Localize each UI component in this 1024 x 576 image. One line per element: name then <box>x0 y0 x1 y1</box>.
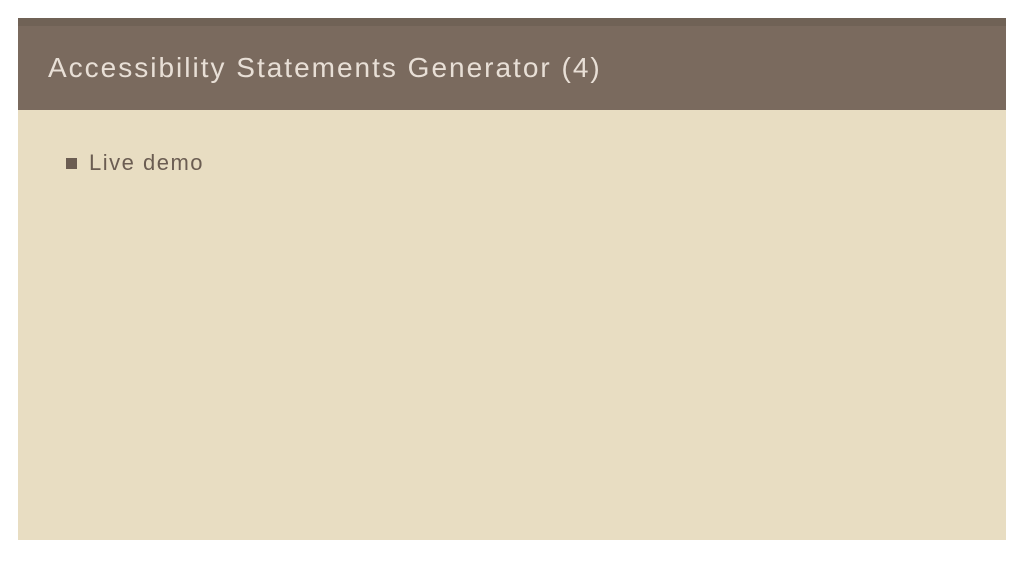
slide-title: Accessibility Statements Generator (4) <box>48 52 976 84</box>
slide-content-area: Live demo <box>18 110 1006 540</box>
list-item: Live demo <box>66 150 958 176</box>
bullet-list: Live demo <box>66 150 958 176</box>
presentation-slide: Accessibility Statements Generator (4) L… <box>0 0 1024 576</box>
square-bullet-icon <box>66 158 77 169</box>
slide-header: Accessibility Statements Generator (4) <box>18 18 1006 110</box>
bullet-text: Live demo <box>89 150 204 176</box>
